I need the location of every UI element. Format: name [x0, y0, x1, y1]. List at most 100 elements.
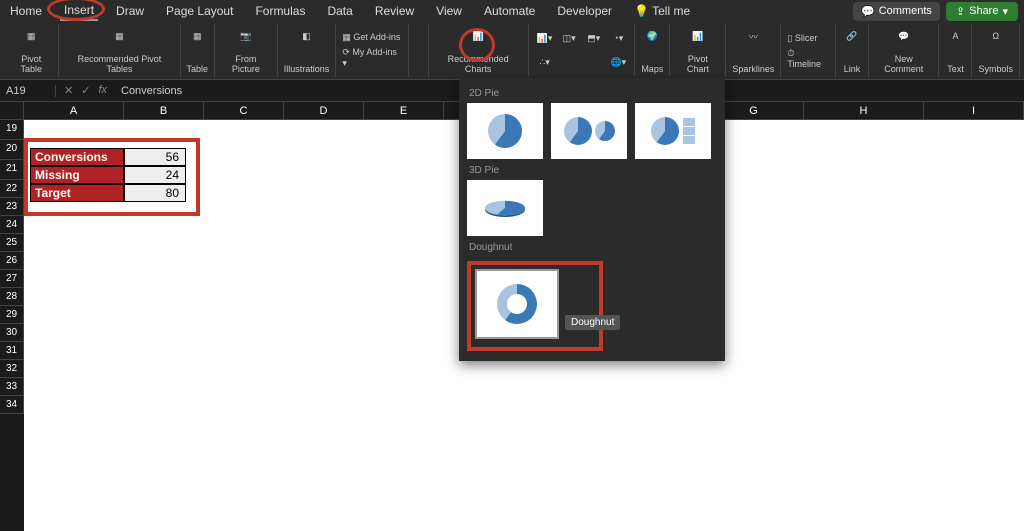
maps-button[interactable]: 🌍 Maps	[635, 24, 670, 77]
doughnut-option[interactable]: Doughnut	[475, 269, 559, 339]
chart-types-group: 📊▾ ◫▾ ⬒▾ ◔▾ ∴▾ 🌐▾	[529, 24, 636, 77]
table-button[interactable]: ▦ Table	[181, 24, 216, 77]
section-3d-pie: 3D Pie	[469, 165, 717, 176]
select-all-corner[interactable]	[0, 102, 24, 119]
timeline-button[interactable]: ⏱ Timeline	[787, 48, 829, 69]
globe-icon: 🌍	[642, 26, 662, 46]
col-h[interactable]: H	[804, 102, 924, 119]
cancel-icon[interactable]: ✕	[64, 84, 73, 97]
waterfall-chart-icon[interactable]: ⬒▾	[584, 29, 604, 49]
get-addins-button[interactable]: ▦ Get Add-ins	[342, 32, 400, 43]
illustrations-button[interactable]: ◧ Illustrations	[278, 24, 337, 77]
col-a[interactable]: A	[24, 102, 124, 119]
row-22[interactable]: 22	[0, 180, 24, 198]
camera-icon: 📷	[236, 26, 256, 46]
fx-icon[interactable]: fx	[98, 84, 107, 97]
share-button[interactable]: ⇪ Share ▾	[946, 2, 1018, 21]
row-25[interactable]: 25	[0, 234, 24, 252]
tab-developer[interactable]: Developer	[553, 2, 616, 20]
tab-page-layout[interactable]: Page Layout	[162, 2, 237, 20]
row-21[interactable]: 21	[0, 160, 24, 180]
bar-of-pie-option[interactable]	[635, 103, 711, 159]
sparklines-button[interactable]: 〰 Sparklines	[726, 24, 781, 77]
row-31[interactable]: 31	[0, 342, 24, 360]
pie-of-pie-option[interactable]	[551, 103, 627, 159]
table-icon: ▦	[187, 26, 207, 46]
pivot-table-icon: ▦	[21, 26, 41, 46]
recommended-pivot-button[interactable]: ▦ Recommended Pivot Tables	[59, 24, 180, 77]
comments-button[interactable]: 💬 Comments	[853, 2, 940, 21]
row-26[interactable]: 26	[0, 252, 24, 270]
cell-b19[interactable]: 56	[124, 148, 186, 166]
scatter-chart-icon[interactable]: ∴▾	[535, 53, 555, 73]
vis-separator	[409, 24, 429, 77]
col-e[interactable]: E	[364, 102, 444, 119]
symbols-button[interactable]: Ω Symbols	[972, 24, 1020, 77]
row-33[interactable]: 33	[0, 378, 24, 396]
annotation-doughnut-box: Doughnut	[467, 261, 603, 351]
ribbon: ▦ Pivot Table ▦ Recommended Pivot Tables…	[0, 22, 1024, 80]
comment-icon: 💬	[894, 26, 914, 46]
row-29[interactable]: 29	[0, 306, 24, 324]
name-box[interactable]: A19	[0, 85, 56, 97]
addins-group: ▦ Get Add-ins ⟳ My Add-ins ▾	[336, 24, 409, 77]
annotation-data-box: Conversions 56 Missing 24 Target 80	[24, 138, 200, 216]
tab-tell-me[interactable]: 💡 Tell me	[630, 2, 694, 20]
col-d[interactable]: D	[284, 102, 364, 119]
row-23[interactable]: 23	[0, 198, 24, 216]
doughnut-tooltip: Doughnut	[565, 315, 620, 330]
link-button[interactable]: 🔗 Link	[836, 24, 869, 77]
section-2d-pie: 2D Pie	[469, 88, 717, 99]
row-27[interactable]: 27	[0, 270, 24, 288]
pie-3d-option[interactable]	[467, 180, 543, 236]
text-icon: A	[945, 26, 965, 46]
row-19[interactable]: 19	[0, 120, 24, 140]
row-30[interactable]: 30	[0, 324, 24, 342]
cell-a19[interactable]: Conversions	[30, 148, 124, 166]
col-i[interactable]: I	[924, 102, 1024, 119]
column-chart-icon[interactable]: 📊▾	[535, 29, 555, 49]
tab-home[interactable]: Home	[6, 2, 46, 20]
pie-chart-icon[interactable]: ◔▾	[608, 29, 628, 49]
ribbon-tabs: Home Insert Draw Page Layout Formulas Da…	[0, 0, 1024, 22]
cell-a21[interactable]: Target	[30, 184, 124, 202]
chart-icon: 📊	[468, 26, 488, 46]
tab-data[interactable]: Data	[323, 2, 356, 20]
row-headers: 19202122232425262728293031323334	[0, 120, 24, 531]
row-34[interactable]: 34	[0, 396, 24, 414]
cell-b20[interactable]: 24	[124, 166, 186, 184]
from-picture-button[interactable]: 📷 From Picture	[215, 24, 278, 77]
pivot-chart-button[interactable]: 📊 Pivot Chart	[670, 24, 726, 77]
shapes-icon: ◧	[297, 26, 317, 46]
sparkline-icon: 〰	[743, 26, 763, 46]
row-28[interactable]: 28	[0, 288, 24, 306]
recommended-charts-button[interactable]: 📊 Recommended Charts	[429, 24, 529, 77]
tab-review[interactable]: Review	[371, 2, 418, 20]
tab-view[interactable]: View	[432, 2, 466, 20]
col-b[interactable]: B	[124, 102, 204, 119]
cell-a20[interactable]: Missing	[30, 166, 124, 184]
col-c[interactable]: C	[204, 102, 284, 119]
section-doughnut: Doughnut	[469, 242, 717, 253]
surface-chart-icon[interactable]: 🌐▾	[608, 53, 628, 73]
filters-group: ▯ Slicer ⏱ Timeline	[781, 24, 836, 77]
cell-b21[interactable]: 80	[124, 184, 186, 202]
enter-icon[interactable]: ✓	[81, 84, 90, 97]
pie-2d-option[interactable]	[467, 103, 543, 159]
tab-insert[interactable]: Insert	[60, 1, 98, 21]
tab-automate[interactable]: Automate	[480, 2, 539, 20]
tab-formulas[interactable]: Formulas	[251, 2, 309, 20]
tab-draw[interactable]: Draw	[112, 2, 148, 20]
slicer-button[interactable]: ▯ Slicer	[787, 33, 817, 44]
my-addins-button[interactable]: ⟳ My Add-ins ▾	[342, 47, 402, 69]
row-20[interactable]: 20	[0, 140, 24, 160]
new-comment-button[interactable]: 💬 New Comment	[869, 24, 940, 77]
pivot-table-button[interactable]: ▦ Pivot Table	[4, 24, 59, 77]
pie-chart-dropdown: 2D Pie 3D Pie Doughnut Doughnut	[459, 78, 725, 361]
row-24[interactable]: 24	[0, 216, 24, 234]
hierarchy-chart-icon[interactable]: ◫▾	[559, 29, 579, 49]
row-32[interactable]: 32	[0, 360, 24, 378]
pivot-chart-icon: 📊	[688, 26, 708, 46]
recommended-pivot-icon: ▦	[109, 26, 129, 46]
text-button[interactable]: A Text	[939, 24, 972, 77]
